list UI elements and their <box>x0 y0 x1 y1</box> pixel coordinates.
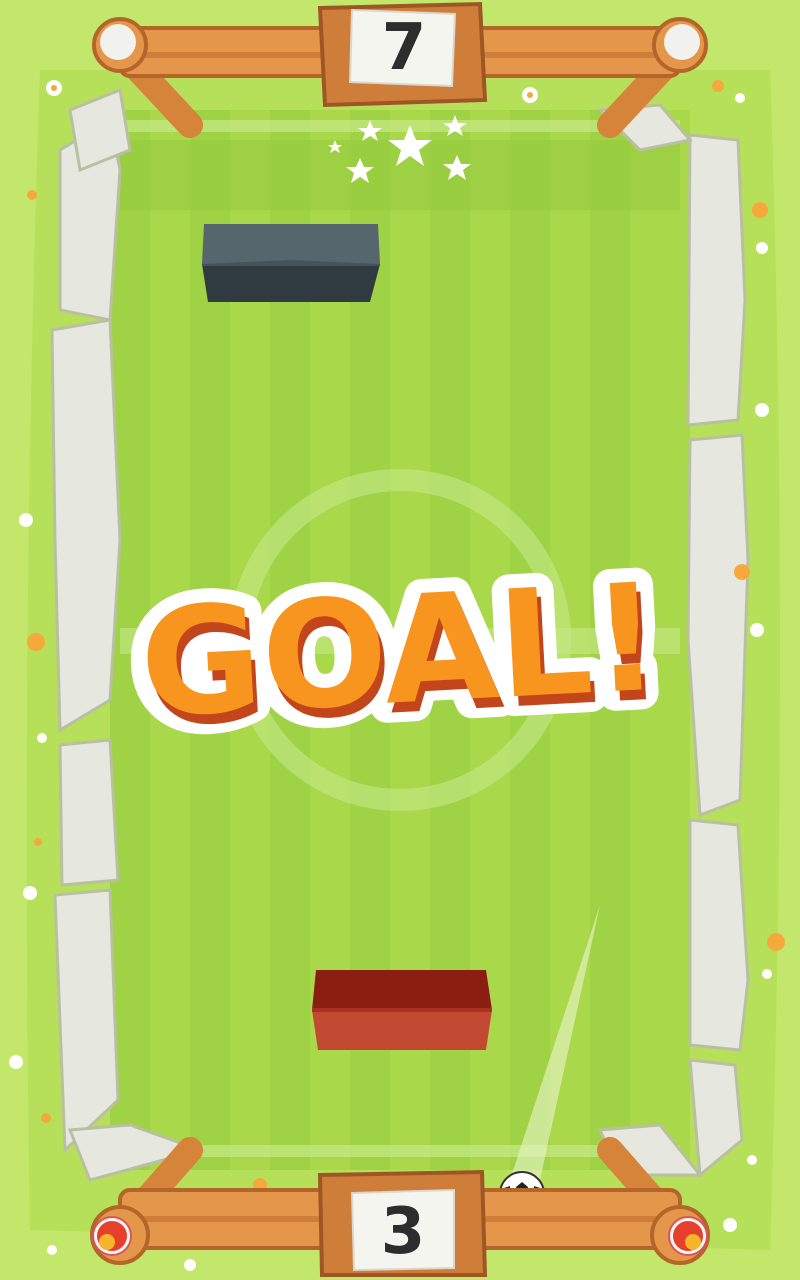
bottom-score: 3 <box>380 1195 426 1269</box>
bottom-paddle[interactable] <box>310 970 494 1056</box>
fire-orb-icon <box>92 1216 132 1256</box>
fire-orb-icon <box>668 1216 708 1256</box>
goal-text: GOAL! <box>136 552 664 740</box>
stars-icon <box>328 115 471 183</box>
game-stage: 7 GOAL! GOAL! GOAL! 3 <box>0 0 800 1280</box>
goal-banner: GOAL! GOAL! GOAL! <box>120 540 680 740</box>
top-score: 7 <box>381 11 427 85</box>
top-paddle <box>202 224 380 302</box>
